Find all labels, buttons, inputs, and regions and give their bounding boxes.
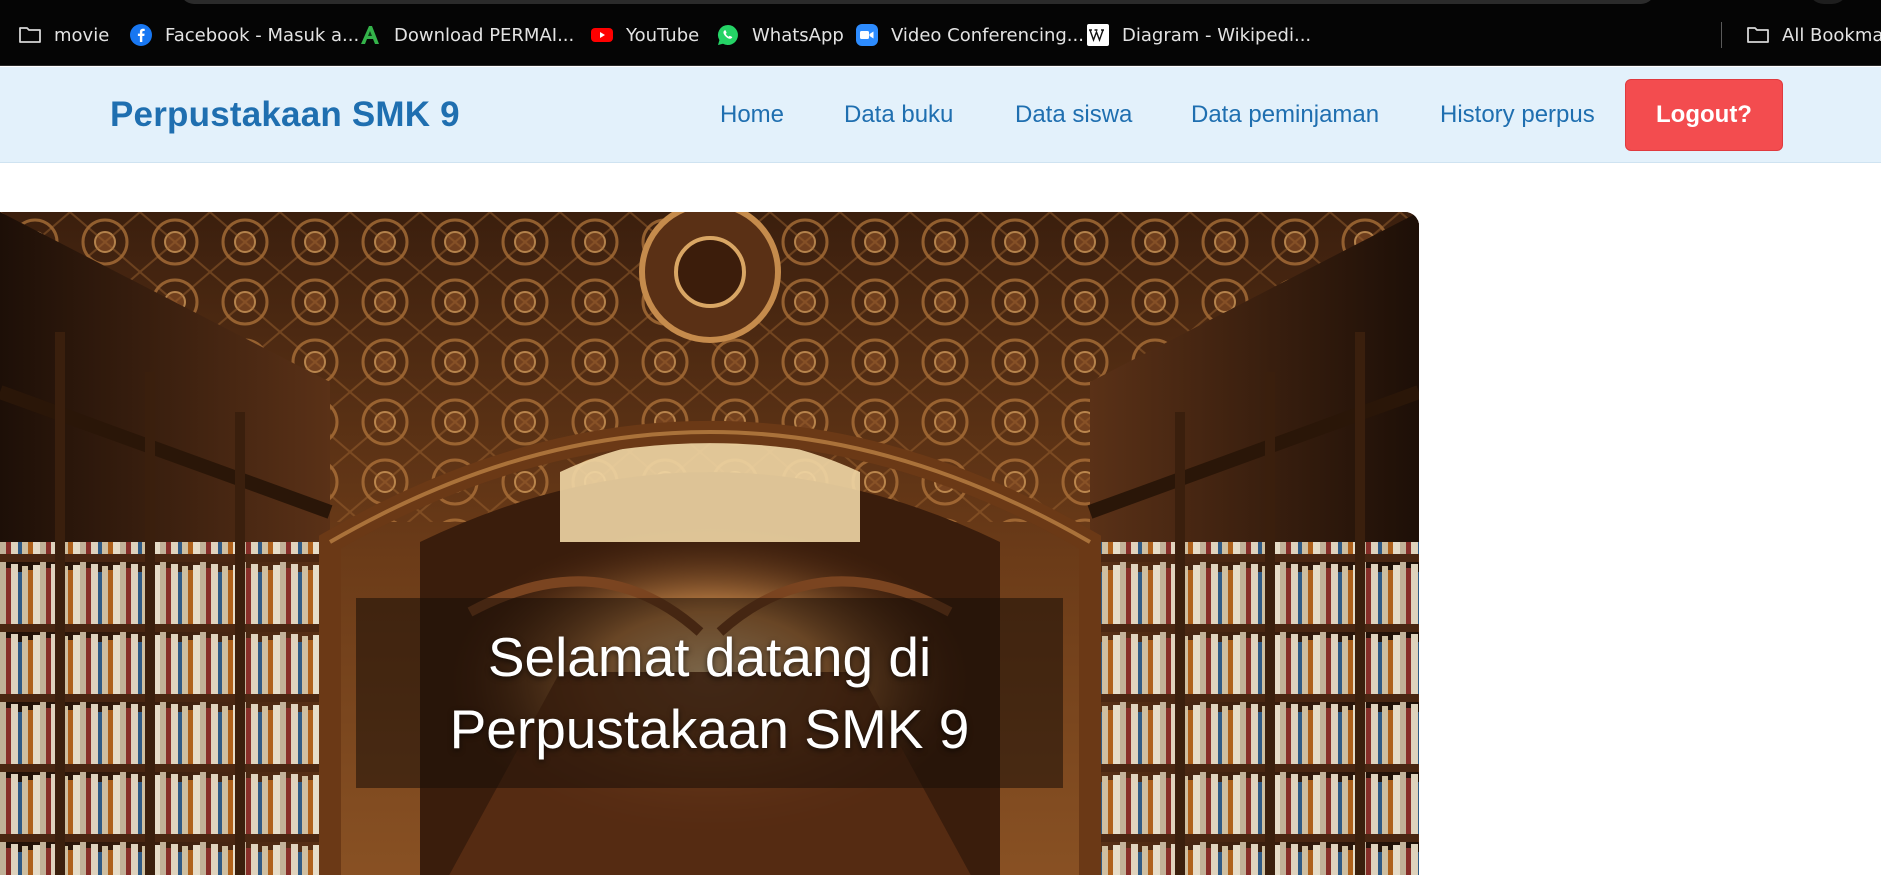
nav-link-data-siswa[interactable]: Data siswa [1015,101,1132,129]
wikipedia-icon [1086,23,1110,47]
bookmark-label: movie [54,24,110,46]
hero-heading-line-2: Perpustakaan SMK 9 [449,698,970,760]
bookmark-facebook[interactable]: Facebook - Masuk a... [129,18,359,52]
site-brand[interactable]: Perpustakaan SMK 9 [110,95,460,135]
hero-welcome-heading: Selamat datang di Perpustakaan SMK 9 [450,621,970,765]
nav-link-data-buku[interactable]: Data buku [844,101,953,129]
bookmark-label: WhatsApp [752,24,844,46]
bookmark-youtube[interactable]: YouTube [590,18,699,52]
youtube-icon [590,23,614,47]
bookmark-permai[interactable]: Download PERMAI... [358,18,574,52]
bookmark-all-bookmarks[interactable]: All Bookmar [1746,18,1881,52]
nav-link-data-peminjaman[interactable]: Data peminjaman [1191,101,1379,129]
hero-caption-box: Selamat datang di Perpustakaan SMK 9 [356,598,1063,788]
toolbar-button-edge [1808,0,1848,4]
logout-button[interactable]: Logout? [1625,79,1783,151]
bookmark-label: Video Conferencing... [891,24,1084,46]
facebook-icon [129,23,153,47]
hero-banner: Selamat datang di Perpustakaan SMK 9 [0,212,1419,875]
folder-icon [1746,23,1770,47]
bookmark-whatsapp[interactable]: WhatsApp [716,18,844,52]
folder-icon [18,23,42,47]
zoom-video-icon [855,23,879,47]
nav-link-home[interactable]: Home [720,101,784,129]
address-bar-edge [180,0,1655,4]
bookmark-label: All Bookmar [1782,24,1881,46]
bookmark-label: YouTube [626,24,700,46]
bookmark-label: Diagram - Wikipedi... [1122,24,1312,46]
bookmark-label: Download PERMAI... [394,24,575,46]
permai-icon [358,23,382,47]
bookmarks-bar: movie Facebook - Masuk a... Download PER… [0,0,1881,66]
bookmark-wikipedia[interactable]: Diagram - Wikipedi... [1086,18,1311,52]
bookmark-video-conferencing[interactable]: Video Conferencing... [855,18,1084,52]
bookmarks-divider [1721,22,1722,48]
nav-link-history-perpus[interactable]: History perpus [1440,101,1595,129]
hero-heading-line-1: Selamat datang di [487,626,932,688]
bookmark-movie[interactable]: movie [18,18,109,52]
whatsapp-icon [716,23,740,47]
bookmark-label: Facebook - Masuk a... [165,24,360,46]
site-navbar: Perpustakaan SMK 9 Home Data buku Data s… [0,67,1881,163]
